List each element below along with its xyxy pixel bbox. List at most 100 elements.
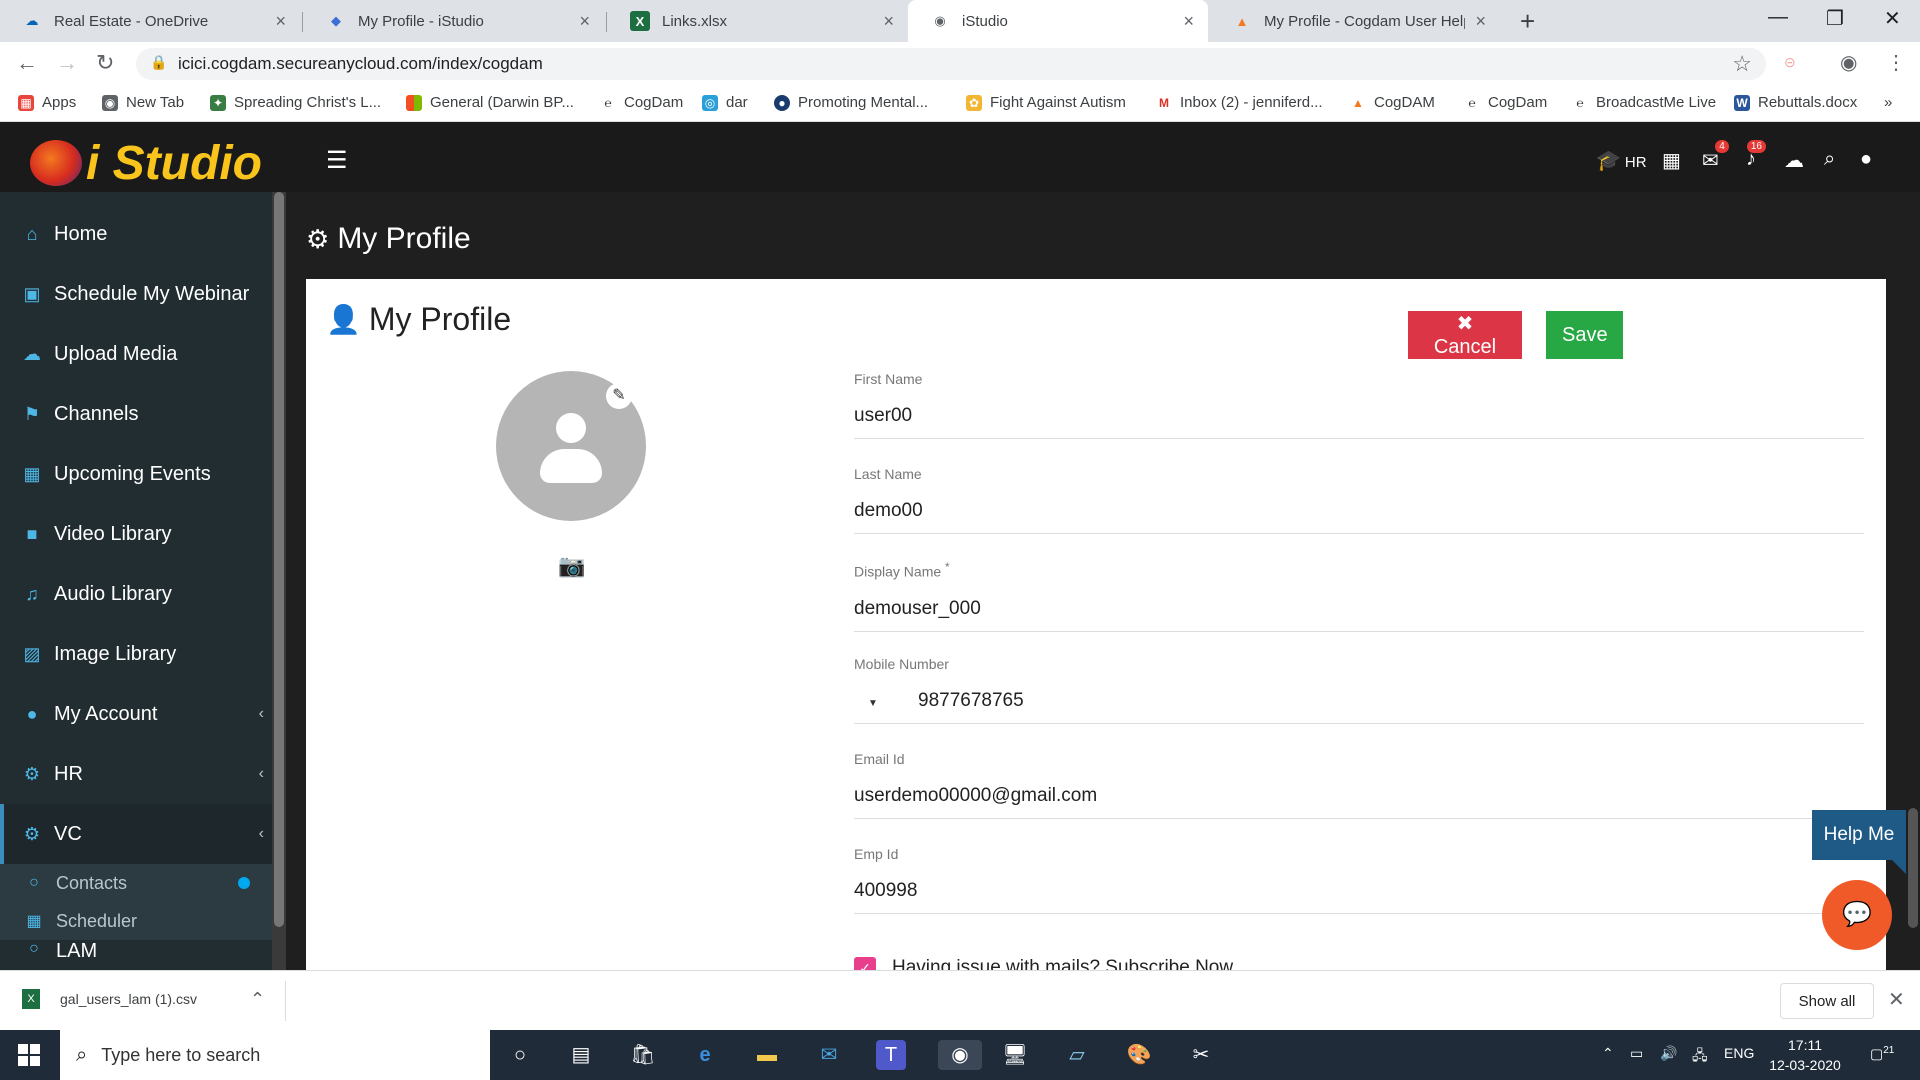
- sidebar-item-hr[interactable]: ⚙ HR ‹: [0, 744, 272, 804]
- sidebar-item-my-account[interactable]: ● My Account ‹: [0, 684, 272, 744]
- language-indicator[interactable]: ENG: [1724, 1045, 1754, 1061]
- browser-tab-onedrive[interactable]: ☁ Real Estate - OneDrive ×: [0, 0, 300, 42]
- cloud-upload-icon[interactable]: ☁: [1784, 148, 1804, 173]
- sidebar-item-vc[interactable]: ⚙ VC ‹: [0, 804, 272, 864]
- bookmark-apps[interactable]: ▦ Apps: [18, 94, 76, 111]
- bookmark-star-icon[interactable]: ☆: [1732, 51, 1752, 77]
- bookmark-cogdam-3[interactable]: ℮ CogDam: [1464, 94, 1547, 111]
- teams-icon[interactable]: T: [876, 1040, 906, 1070]
- bookmark-dar[interactable]: ◎ dar: [702, 94, 748, 111]
- chevron-up-icon[interactable]: ⌃: [250, 989, 265, 1010]
- user-profile-icon[interactable]: ●: [1860, 148, 1872, 171]
- sidebar-item-image-library[interactable]: ▨ Image Library: [0, 624, 272, 684]
- edge-icon[interactable]: e: [690, 1040, 720, 1070]
- profile-account-icon[interactable]: ◉: [1840, 50, 1857, 75]
- bookmark-cogdam-2[interactable]: ▲ CogDAM: [1350, 94, 1435, 111]
- extension-icon[interactable]: ⊝: [1784, 54, 1796, 71]
- sidebar-subitem-contacts[interactable]: ○ Contacts: [0, 864, 272, 902]
- chrome-icon[interactable]: ◉: [938, 1040, 982, 1070]
- search-icon[interactable]: ⌕: [1824, 148, 1835, 171]
- browser-tab-links-xlsx[interactable]: X Links.xlsx ×: [608, 0, 908, 42]
- taskbar-search-box[interactable]: ⌕ Type here to search: [60, 1030, 490, 1080]
- show-all-button[interactable]: Show all: [1780, 983, 1874, 1019]
- address-bar[interactable]: 🔒 icici.cogdam.secureanycloud.com/index/…: [136, 48, 1766, 80]
- sidebar-scrollbar[interactable]: [272, 192, 286, 970]
- chrome-menu-icon[interactable]: ⋮: [1886, 50, 1906, 75]
- hamburger-menu-icon[interactable]: ☰: [326, 146, 348, 175]
- email-input[interactable]: userdemo00000@gmail.com: [854, 785, 1864, 819]
- new-tab-plus-icon[interactable]: +: [1520, 6, 1535, 37]
- hr-graduation-cap-icon[interactable]: 🎓 HR: [1596, 148, 1647, 173]
- remote-desktop-icon[interactable]: 🖥: [1000, 1040, 1030, 1070]
- file-explorer-icon[interactable]: ▬: [752, 1040, 782, 1070]
- address-url[interactable]: icici.cogdam.secureanycloud.com/index/co…: [178, 54, 543, 74]
- notifications-bell-icon[interactable]: ♪ 16: [1746, 140, 1766, 171]
- sidebar-item-audio-library[interactable]: ♫ Audio Library: [0, 564, 272, 624]
- volume-icon[interactable]: 🔊: [1660, 1045, 1677, 1062]
- snipping-tool-icon[interactable]: ✂: [1186, 1040, 1216, 1070]
- cortana-circle-icon[interactable]: ○: [505, 1040, 535, 1070]
- bookmark-new-tab[interactable]: ◉ New Tab: [102, 94, 184, 111]
- bookmark-spreading-christ[interactable]: ✦ Spreading Christ's L...: [210, 94, 381, 111]
- reload-icon[interactable]: ↻: [96, 50, 114, 76]
- bookmark-fight-against-autism[interactable]: ✿ Fight Against Autism: [966, 94, 1126, 111]
- subscribe-checkbox-row[interactable]: ✓ Having issue with mails? Subscribe Now: [854, 957, 1233, 970]
- restore-window-icon[interactable]: ❐: [1826, 6, 1844, 31]
- notification-center-icon[interactable]: ▢21: [1870, 1045, 1894, 1063]
- bookmark-rebuttals[interactable]: W Rebuttals.docx: [1734, 94, 1857, 111]
- notes-app-icon[interactable]: ▱: [1062, 1040, 1092, 1070]
- bookmarks-overflow-icon[interactable]: »: [1884, 94, 1892, 111]
- close-window-icon[interactable]: ✕: [1884, 6, 1901, 31]
- last-name-input[interactable]: demo00: [854, 500, 1864, 534]
- sidebar-item-lam[interactable]: ○ LAM: [0, 940, 272, 970]
- sidebar-item-schedule-webinar[interactable]: ▣ Schedule My Webinar: [0, 264, 272, 324]
- close-tab-icon[interactable]: ×: [1475, 11, 1486, 32]
- edit-pencil-icon[interactable]: ✎: [606, 383, 632, 409]
- battery-icon[interactable]: ▭: [1630, 1045, 1643, 1062]
- sidebar-scrollbar-thumb[interactable]: [274, 192, 284, 927]
- show-hidden-icons-chevron-icon[interactable]: ⌃: [1602, 1045, 1614, 1062]
- sidebar-item-home[interactable]: ⌂ Home: [0, 204, 272, 264]
- emp-id-input[interactable]: 400998: [854, 880, 1864, 914]
- microsoft-store-icon[interactable]: 🛍: [628, 1040, 658, 1070]
- calendar-icon[interactable]: ▦: [1662, 148, 1681, 173]
- sidebar-item-video-library[interactable]: ■ Video Library: [0, 504, 272, 564]
- bookmark-broadcastme[interactable]: ℮ BroadcastMe Live: [1572, 94, 1716, 111]
- messages-icon[interactable]: ✉ 4: [1702, 140, 1729, 173]
- close-tab-icon[interactable]: ×: [579, 11, 590, 32]
- sidebar-item-channels[interactable]: ⚑ Channels: [0, 384, 272, 444]
- minimize-window-icon[interactable]: —: [1768, 6, 1788, 29]
- content-scrollbar-thumb[interactable]: [1908, 808, 1918, 928]
- back-arrow-icon[interactable]: ←: [16, 50, 38, 76]
- browser-tab-my-profile-istudio[interactable]: ◆ My Profile - iStudio ×: [304, 0, 604, 42]
- bookmark-promoting-mental[interactable]: ● Promoting Mental...: [774, 94, 928, 111]
- close-tab-icon[interactable]: ×: [275, 11, 286, 32]
- windows-start-icon[interactable]: [18, 1044, 40, 1066]
- content-scrollbar[interactable]: [1906, 192, 1920, 970]
- chat-bubble-icon[interactable]: 💬: [1822, 880, 1892, 950]
- first-name-input[interactable]: user00: [854, 405, 1864, 439]
- cancel-button[interactable]: ✖ Cancel: [1408, 311, 1522, 359]
- mail-icon[interactable]: ✉: [814, 1040, 844, 1070]
- bookmark-general-darwin[interactable]: General (Darwin BP...: [406, 94, 574, 111]
- camera-icon[interactable]: 📷: [558, 553, 585, 579]
- browser-tab-istudio-active[interactable]: ◉ iStudio ×: [908, 0, 1208, 42]
- display-name-input[interactable]: demouser_000: [854, 598, 1864, 632]
- paint-icon[interactable]: 🎨: [1124, 1040, 1154, 1070]
- mobile-number-input[interactable]: ▼ 9877678765: [854, 690, 1864, 724]
- download-item[interactable]: X gal_users_lam (1).csv: [22, 989, 197, 1009]
- taskbar-clock[interactable]: 17:11 12-03-2020: [1760, 1035, 1850, 1075]
- sidebar-item-upcoming-events[interactable]: ▦ Upcoming Events: [0, 444, 272, 504]
- bookmark-inbox[interactable]: M Inbox (2) - jenniferd...: [1156, 94, 1323, 111]
- close-tab-icon[interactable]: ×: [1183, 11, 1194, 32]
- network-icon[interactable]: 🖧: [1692, 1045, 1708, 1069]
- sidebar-item-upload-media[interactable]: ☁ Upload Media: [0, 324, 272, 384]
- help-me-tooltip[interactable]: Help Me: [1812, 810, 1906, 874]
- bookmark-cogdam-1[interactable]: ℮ CogDam: [600, 94, 683, 111]
- country-code-dropdown-caret-icon[interactable]: ▼: [868, 698, 878, 709]
- browser-tab-cogdam-help[interactable]: ▲ My Profile - Cogdam User Help M ×: [1210, 0, 1500, 42]
- save-button[interactable]: Save: [1546, 311, 1623, 359]
- close-icon[interactable]: ✕: [1888, 987, 1905, 1012]
- subscribe-checkbox[interactable]: ✓: [854, 957, 876, 970]
- task-view-icon[interactable]: ▤: [566, 1040, 596, 1070]
